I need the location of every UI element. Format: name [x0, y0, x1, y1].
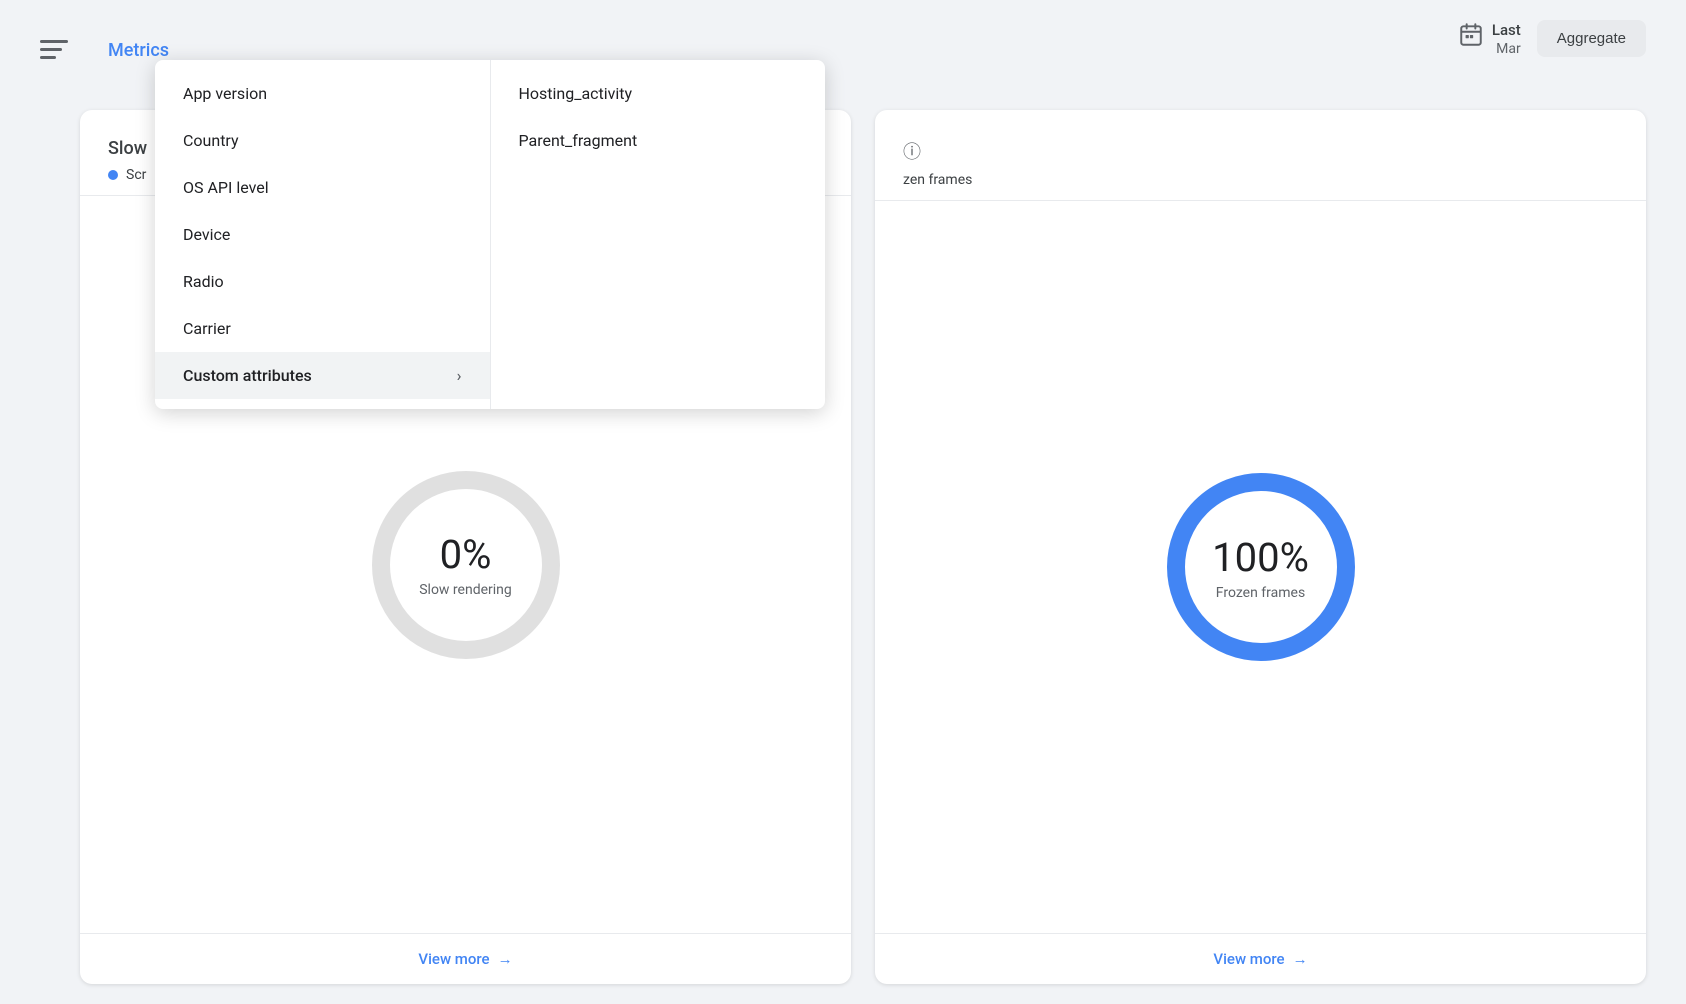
top-right-section: Last Mar Aggregate: [1458, 20, 1646, 57]
dropdown-item-country[interactable]: Country: [155, 117, 490, 164]
frozen-center: 100% Frozen frames: [1212, 534, 1309, 601]
frozen-frames-title: ⓘ: [903, 138, 1618, 164]
filter-dropdown: App version Country OS API level Device …: [155, 60, 825, 409]
frozen-frames-subtitle: zen frames: [903, 172, 1618, 188]
calendar-icon: [1458, 22, 1484, 55]
date-range-section[interactable]: Last Mar: [1458, 21, 1521, 57]
dropdown-item-app-version[interactable]: App version: [155, 70, 490, 117]
dropdown-item-carrier[interactable]: Carrier: [155, 305, 490, 352]
chevron-right-icon: ›: [457, 366, 462, 385]
page-background: Metrics Last Mar Aggregate: [0, 0, 1686, 1004]
mar-label: Mar: [1496, 41, 1521, 57]
slow-rendering-center: 0% Slow rendering: [419, 531, 512, 598]
metrics-label: Metrics: [108, 40, 169, 61]
dropdown-item-custom-attributes[interactable]: Custom attributes ›: [155, 352, 490, 399]
frozen-view-more-link[interactable]: View more →: [1213, 950, 1307, 968]
frozen-subtitle-text: zen frames: [903, 172, 972, 188]
dropdown-item-radio[interactable]: Radio: [155, 258, 490, 305]
dropdown-item-hosting-activity[interactable]: Hosting_activity: [491, 70, 826, 117]
dropdown-left-col: App version Country OS API level Device …: [155, 60, 491, 409]
frozen-frames-footer: View more →: [875, 933, 1646, 984]
frozen-pct: 100%: [1212, 534, 1309, 581]
date-section: Last Mar: [1492, 21, 1521, 57]
frozen-frames-header: ⓘ zen frames: [875, 110, 1646, 201]
slow-label: Slow rendering: [419, 582, 512, 598]
frozen-frames-donut: 100% Frozen frames: [1151, 457, 1371, 677]
last-label: Last: [1492, 21, 1521, 39]
dropdown-item-device[interactable]: Device: [155, 211, 490, 258]
frozen-label: Frozen frames: [1212, 585, 1309, 601]
slow-rendering-footer: View more →: [80, 933, 851, 984]
subtitle-text: Scr: [126, 167, 146, 183]
dropdown-right-col: Hosting_activity Parent_fragment: [491, 60, 826, 409]
dropdown-item-os-api-level[interactable]: OS API level: [155, 164, 490, 211]
aggregate-button[interactable]: Aggregate: [1537, 20, 1646, 57]
slow-view-more-link[interactable]: View more →: [418, 950, 512, 968]
arrow-right-icon-2: →: [1293, 950, 1308, 968]
slow-pct: 0%: [419, 531, 512, 578]
frozen-frames-body: 100% Frozen frames: [875, 201, 1646, 933]
subtitle-dot: [108, 170, 118, 180]
slow-rendering-donut: 0% Slow rendering: [356, 455, 576, 675]
filter-button[interactable]: [40, 40, 68, 60]
arrow-right-icon: →: [498, 950, 513, 968]
frozen-frames-card: ⓘ zen frames 100% Frozen frames: [875, 110, 1646, 984]
dropdown-item-parent-fragment[interactable]: Parent_fragment: [491, 117, 826, 164]
